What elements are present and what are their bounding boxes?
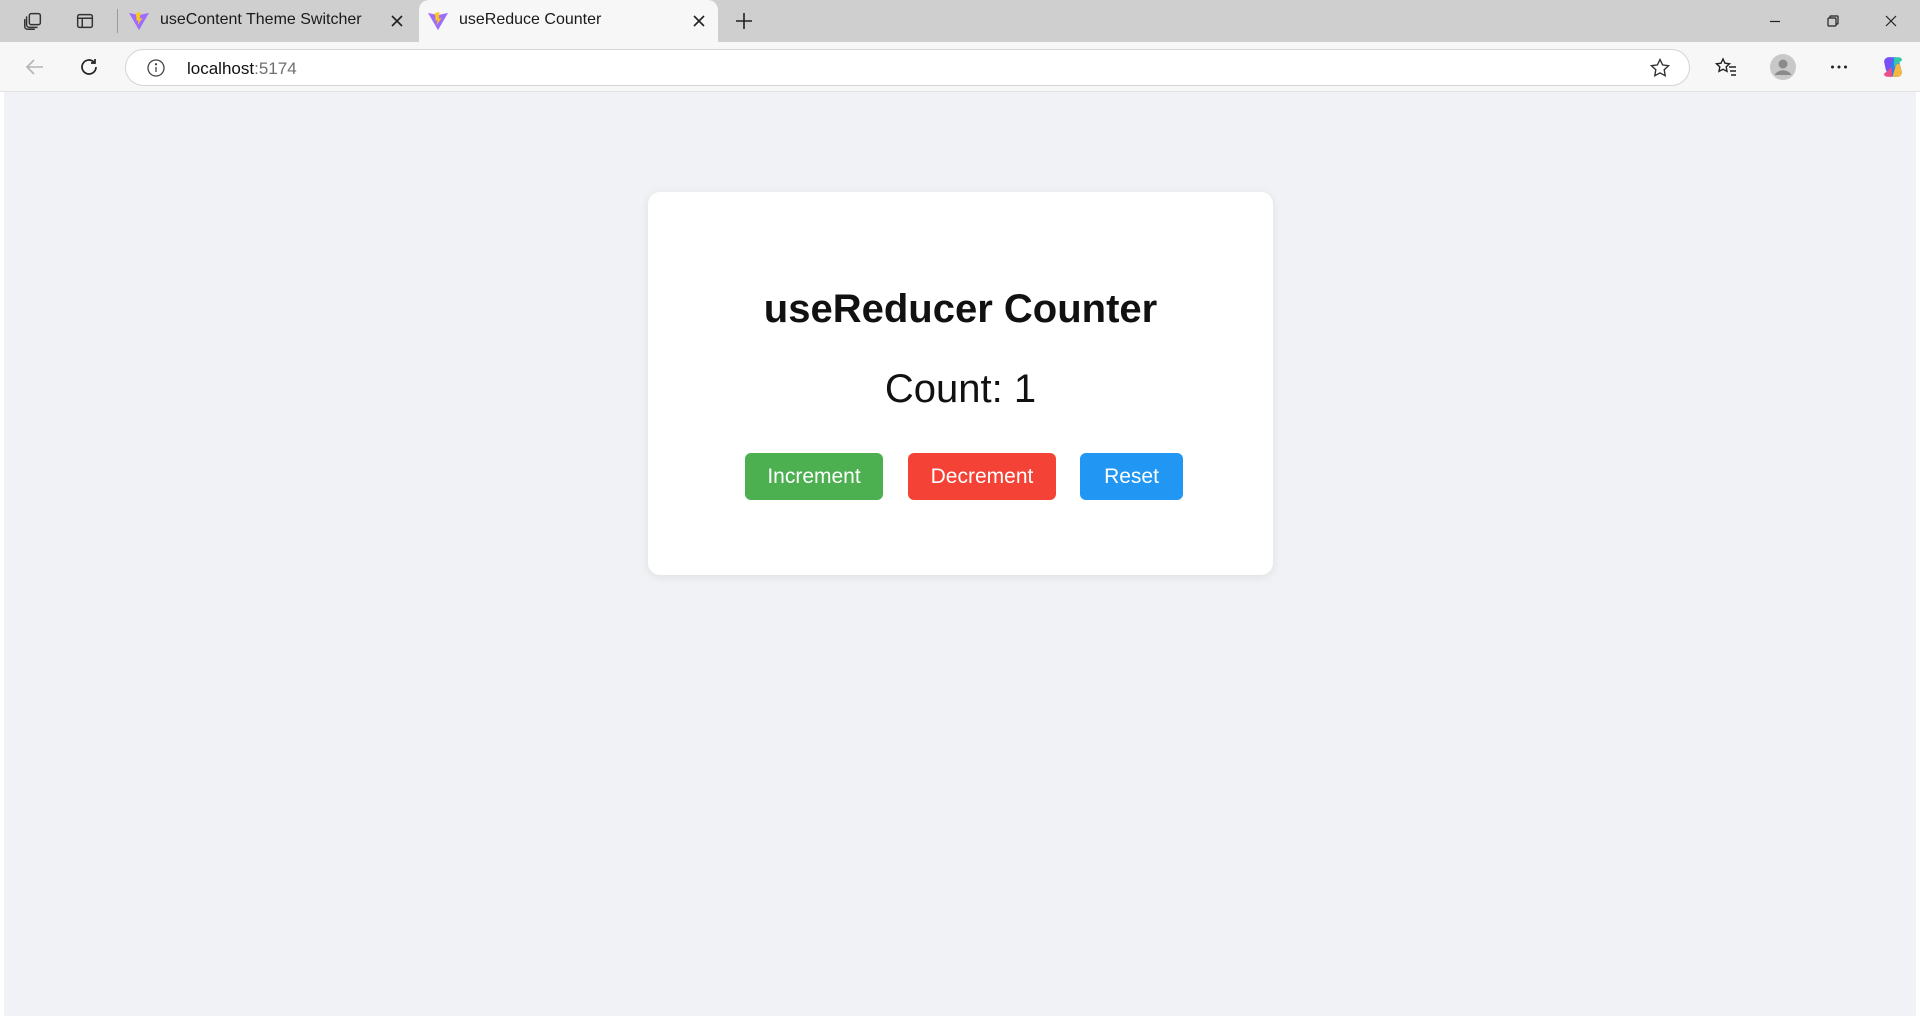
info-icon[interactable]	[146, 58, 166, 78]
star-icon[interactable]	[1649, 57, 1671, 79]
browser-toolbar: localhost:5174	[0, 42, 1920, 92]
more-button[interactable]	[1822, 50, 1856, 84]
tab-title: useReduce Counter	[459, 11, 602, 28]
copilot-button[interactable]	[1876, 50, 1910, 84]
address-bar[interactable]: localhost:5174	[125, 49, 1690, 86]
url-text: localhost:5174	[187, 59, 297, 79]
tab-usereduce-counter[interactable]: useReduce Counter	[419, 0, 718, 42]
minimize-button[interactable]	[1746, 0, 1804, 42]
increment-button[interactable]: Increment	[745, 453, 883, 500]
tab-usecontent-theme-switcher[interactable]: useContent Theme Switcher	[122, 0, 416, 42]
reset-button[interactable]: Reset	[1080, 453, 1183, 500]
close-icon[interactable]	[688, 10, 710, 32]
tab-strip: useContent Theme Switcher useReduce Coun…	[0, 0, 1920, 42]
restore-icon	[1827, 15, 1839, 27]
close-icon[interactable]	[386, 10, 408, 32]
url-host: localhost	[187, 59, 255, 78]
decrement-button[interactable]: Decrement	[908, 453, 1056, 500]
vite-logo-icon	[129, 11, 149, 31]
tab-title: useContent Theme Switcher	[160, 11, 362, 28]
profile-icon	[1770, 54, 1796, 80]
back-arrow-icon	[25, 59, 43, 75]
reload-icon	[81, 59, 97, 75]
workspaces-icon[interactable]	[16, 6, 50, 36]
vite-logo-icon	[428, 11, 448, 31]
page-viewport: useReducer Counter Count: 1 Increment De…	[4, 92, 1916, 1016]
reload-button[interactable]	[72, 50, 106, 84]
tab-separator	[117, 9, 118, 33]
plus-icon	[736, 13, 752, 29]
favorites-icon	[1715, 57, 1736, 76]
more-icon	[1831, 65, 1847, 69]
close-icon	[1885, 15, 1897, 27]
tab-actions-icon[interactable]	[68, 6, 102, 36]
count-display: Count: 1	[884, 367, 1037, 411]
copilot-icon	[1883, 57, 1903, 77]
page-title: useReducer Counter	[763, 287, 1158, 331]
new-tab-button[interactable]	[728, 6, 760, 36]
back-button[interactable]	[18, 50, 52, 84]
profile-button[interactable]	[1766, 50, 1800, 84]
restore-button[interactable]	[1804, 0, 1862, 42]
minimize-icon	[1770, 20, 1780, 23]
url-port: :5174	[254, 59, 297, 78]
window-close-button[interactable]	[1862, 0, 1920, 42]
favorites-button[interactable]	[1709, 50, 1743, 84]
counter-card: useReducer Counter Count: 1 Increment De…	[648, 192, 1273, 575]
